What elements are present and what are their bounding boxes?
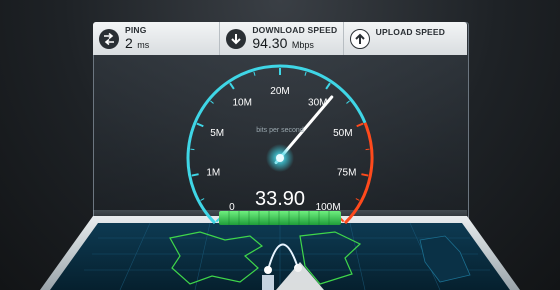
speed-readout-bar xyxy=(219,211,341,225)
gauge-major-tick xyxy=(325,82,331,90)
gauge-hub xyxy=(276,154,284,162)
gauge-major-tick xyxy=(191,173,199,177)
gauge-tick-label: 50M xyxy=(333,128,352,139)
units-caption: bits per second xyxy=(256,127,304,134)
gauge-tick-label: 5M xyxy=(210,128,224,139)
gauge-minor-tick xyxy=(253,71,256,76)
user-pin-icon xyxy=(262,275,274,290)
readout-bar-fill xyxy=(219,211,341,225)
gauge-minor-tick xyxy=(346,100,350,104)
speed-gauge: 01M5M10M20M30M50M75M100M 33.90 bits per … xyxy=(40,64,520,290)
gauge-minor-tick xyxy=(355,198,360,201)
speed-reading: 33.90 xyxy=(255,188,305,210)
gauge-tick-label: 75M xyxy=(337,167,356,178)
gauge-tick-label: 10M xyxy=(232,97,251,108)
gauge-minor-tick xyxy=(200,198,205,201)
gauge-major-tick xyxy=(229,82,235,90)
gauge-tick-label: 20M xyxy=(270,86,289,97)
gauge-tick-label: 1M xyxy=(206,167,220,178)
gauge-major-tick xyxy=(196,122,204,128)
server-map xyxy=(40,216,520,290)
gauge-major-tick xyxy=(356,122,364,128)
user-location-dot xyxy=(264,266,272,274)
gauge-minor-tick xyxy=(210,100,214,104)
gauge-major-tick xyxy=(361,173,369,177)
gauge-minor-tick xyxy=(304,71,307,76)
